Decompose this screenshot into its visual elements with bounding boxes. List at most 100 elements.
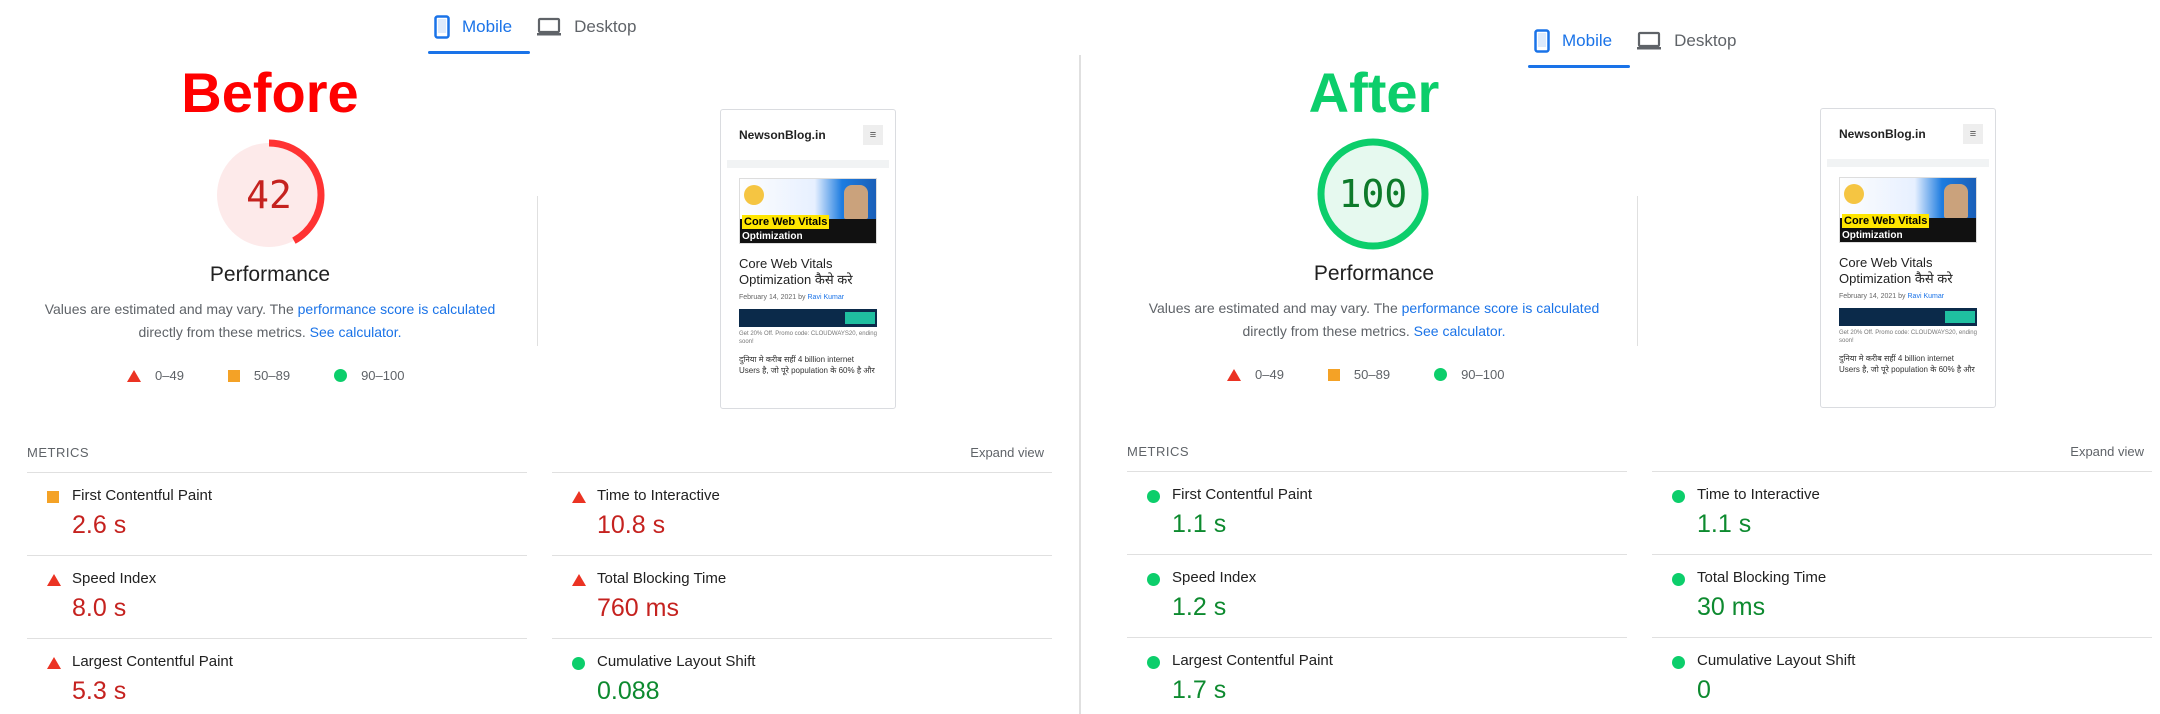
preview-body: दुनिया मे करीब सहीं 4 billion internet U… (739, 355, 875, 375)
legend-item-good: 90–100 (334, 368, 404, 383)
expand-view-button[interactable]: Expand view (2024, 444, 2144, 459)
tab-mobile[interactable]: Mobile (1528, 14, 1631, 68)
metric-value: 0.088 (597, 677, 660, 705)
preview-ad-banner (739, 309, 877, 327)
metric-value: 1.1 s (1697, 510, 1752, 538)
expand-view-button[interactable]: Expand view (924, 445, 1044, 460)
preview-hero-image: Core Web Vitals Optimization (1839, 177, 1977, 243)
person-image (844, 185, 868, 219)
metric-row: Total Blocking Time 30 ms (1652, 554, 2152, 638)
device-tabs: Mobile Desktop (1528, 14, 1754, 68)
metric-name: Cumulative Layout Shift (1697, 652, 1856, 669)
section-divider (537, 196, 538, 346)
triangle-icon (127, 369, 141, 382)
legend-item-average: 50–89 (227, 368, 290, 383)
preview-ad-note: Get 20% Off. Promo code: CLOUDWAYS20, en… (1839, 330, 1977, 344)
preview-meta: February 14, 2021 by Ravi Kumar (739, 294, 877, 301)
preview-header: NewsonBlog.in ≡ (1821, 109, 1995, 159)
triangle-icon (572, 491, 586, 503)
performance-gauge: 42 (211, 137, 327, 253)
person-image (1944, 184, 1968, 218)
emoji-icon (744, 185, 764, 205)
performance-note: Values are estimated and may vary. The p… (1094, 297, 1654, 343)
hero-text-1: Core Web Vitals (1842, 214, 1930, 228)
legend-item-good: 90–100 (1434, 367, 1504, 382)
preview-title: Core Web Vitals Optimization कैसे करे (739, 256, 853, 287)
desktop-icon (537, 17, 562, 36)
circle-icon (1672, 490, 1685, 503)
preview-site-name: NewsonBlog.in (1839, 127, 1926, 141)
preview-ad-note: Get 20% Off. Promo code: CLOUDWAYS20, en… (739, 331, 877, 345)
legend-item-average: 50–89 (1327, 367, 1390, 382)
metric-value: 30 ms (1697, 593, 1766, 621)
preview-site-name: NewsonBlog.in (739, 128, 826, 142)
comparison-divider (1079, 55, 1081, 714)
preview-bar (727, 160, 889, 168)
metric-name: Speed Index (72, 570, 157, 587)
metric-value: 0 (1697, 676, 1711, 704)
circle-icon (1147, 573, 1160, 586)
preview-ad-banner (1839, 308, 1977, 326)
performance-note: Values are estimated and may vary. The p… (0, 298, 550, 344)
metric-value: 760 ms (597, 594, 679, 622)
score-calculated-link[interactable]: performance score is calculated (1402, 300, 1600, 316)
metric-name: First Contentful Paint (72, 487, 213, 504)
metric-value: 5.3 s (72, 677, 127, 705)
metric-name: Largest Contentful Paint (1172, 652, 1333, 669)
preview-date: February 14, 2021 by (1839, 293, 1908, 300)
square-icon (227, 369, 240, 382)
performance-gauge: 100 (1315, 136, 1431, 252)
hero-text-2: Optimization (1842, 230, 1903, 241)
metric-name: Time to Interactive (1697, 486, 1820, 503)
mobile-icon (1534, 29, 1550, 53)
metric-row: Time to Interactive 1.1 s (1652, 471, 2152, 555)
triangle-icon (47, 657, 61, 669)
legend-label-good: 90–100 (1461, 367, 1505, 382)
metric-value: 1.1 s (1172, 510, 1227, 538)
metric-name: Cumulative Layout Shift (597, 653, 756, 670)
square-icon (47, 491, 59, 503)
tab-desktop[interactable]: Desktop (1630, 14, 1754, 68)
metric-row: First Contentful Paint 2.6 s (27, 472, 527, 556)
note-prefix: Values are estimated and may vary. The (1148, 300, 1402, 316)
legend-item-poor: 0–49 (1227, 367, 1284, 382)
tab-mobile[interactable]: Mobile (428, 0, 531, 54)
tab-desktop[interactable]: Desktop (530, 0, 654, 54)
metric-row: Total Blocking Time 760 ms (552, 555, 1052, 639)
triangle-icon (1227, 368, 1241, 381)
preview-bar (1827, 159, 1989, 167)
hero-text-1: Core Web Vitals (742, 215, 830, 229)
section-divider (1637, 196, 1638, 346)
legend-label-poor: 0–49 (1255, 367, 1284, 382)
hero-text-2: Optimization (742, 231, 803, 242)
metric-row: First Contentful Paint 1.1 s (1127, 471, 1627, 555)
performance-score: 42 (246, 173, 292, 217)
score-calculated-link[interactable]: performance score is calculated (298, 301, 496, 317)
metric-row: Speed Index 1.2 s (1127, 554, 1627, 638)
preview-title: Core Web Vitals Optimization कैसे करे (1839, 255, 1953, 286)
preview-author: Ravi Kumar (1907, 293, 1945, 300)
mobile-icon (434, 15, 450, 39)
page-screenshot-preview: NewsonBlog.in ≡ Core Web Vitals Optimiza… (1820, 108, 1996, 408)
see-calculator-link[interactable]: See calculator. (1414, 323, 1506, 339)
emoji-icon (1844, 184, 1864, 204)
circle-icon (572, 657, 585, 670)
performance-score: 100 (1338, 172, 1408, 216)
circle-icon (1147, 490, 1160, 503)
metric-row: Cumulative Layout Shift 0.088 (552, 638, 1052, 714)
metric-value: 1.7 s (1172, 676, 1227, 704)
performance-label: Performance (1313, 262, 1435, 285)
metric-row: Cumulative Layout Shift 0 (1652, 637, 2152, 714)
score-legend: 0–49 50–89 90–100 (127, 368, 448, 383)
before-panel: Mobile Desktop Before 42 Performance Val… (0, 0, 1080, 714)
legend-label-good: 90–100 (361, 368, 405, 383)
tab-desktop-label: Desktop (574, 17, 637, 36)
note-prefix: Values are estimated and may vary. The (44, 301, 298, 317)
legend-item-poor: 0–49 (127, 368, 184, 383)
circle-icon (1434, 368, 1448, 381)
circle-icon (1672, 656, 1685, 669)
note-middle: directly from these metrics. (138, 324, 310, 340)
circle-icon (334, 369, 348, 382)
see-calculator-link[interactable]: See calculator. (310, 324, 402, 340)
after-panel: Mobile Desktop After 100 Performance Val… (1100, 0, 2160, 714)
